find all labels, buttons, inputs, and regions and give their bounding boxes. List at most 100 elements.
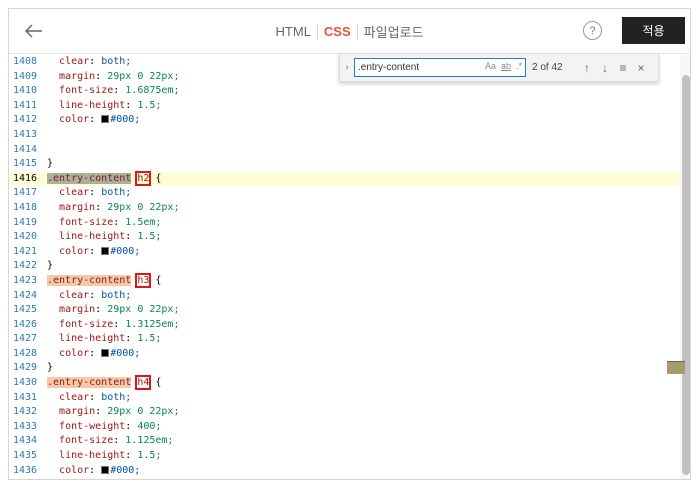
tab-file-upload[interactable]: 파일업로드: [358, 22, 430, 41]
close-icon[interactable]: ×: [632, 61, 650, 75]
line-number: 1421: [13, 245, 38, 257]
code-line[interactable]: 1426 font-size: 1.3125em;: [9, 318, 680, 333]
css-value: both;: [101, 289, 132, 301]
colon: :: [113, 85, 126, 97]
colon: :: [125, 231, 138, 243]
line-number: 1417: [13, 187, 38, 199]
regex-icon[interactable]: .*: [516, 61, 522, 71]
code-line[interactable]: 1421 color: #000;: [9, 245, 680, 260]
help-icon[interactable]: ?: [583, 21, 602, 40]
colon: :: [89, 391, 102, 403]
line-number: 1410: [13, 85, 38, 97]
code-line[interactable]: 1419 font-size: 1.5em;: [9, 216, 680, 231]
color-swatch-icon[interactable]: [101, 246, 110, 255]
tab-html[interactable]: HTML: [270, 24, 317, 39]
code-line[interactable]: 1427 line-height: 1.5;: [9, 332, 680, 347]
color-swatch-icon[interactable]: [101, 115, 110, 124]
code-line[interactable]: 1434 font-size: 1.125em;: [9, 434, 680, 449]
color-swatch-icon[interactable]: [101, 465, 110, 474]
tab-css[interactable]: CSS: [318, 24, 357, 39]
find-options: Aa ab .*: [485, 61, 522, 71]
code-line[interactable]: 1433 font-weight: 400;: [9, 420, 680, 435]
css-editor-window: HTML CSS 파일업로드 ? 적용 1408 clear: both; 140…: [8, 8, 691, 480]
code-line[interactable]: 1422}: [9, 259, 680, 274]
code-line[interactable]: 1436 color: #000;: [9, 464, 680, 479]
line-number: 1427: [13, 333, 38, 345]
code-line[interactable]: 1411 line-height: 1.5;: [9, 99, 680, 114]
code-line[interactable]: 1416 .entry-content h2 {: [9, 170, 680, 187]
code-line[interactable]: 1425 margin: 29px 0 22px;: [9, 303, 680, 318]
open-brace: {: [155, 274, 162, 286]
find-in-selection-icon[interactable]: ≡: [614, 61, 632, 75]
match-whole-word-icon[interactable]: ab: [501, 61, 511, 71]
code-editor[interactable]: 1408 clear: both; 1409 margin: 29px 0 22p…: [9, 55, 680, 479]
code-line[interactable]: 1412 color: #000;: [9, 113, 680, 128]
line-number: 1426: [13, 318, 38, 330]
line-number: 1414: [13, 143, 38, 155]
line-number: 1435: [13, 450, 38, 462]
css-property: font-weight: [59, 420, 126, 432]
line-number: 1416: [13, 172, 38, 184]
css-property: clear: [59, 56, 90, 67]
code-line[interactable]: 1417 clear: both;: [9, 186, 680, 201]
css-value: #000;: [110, 245, 141, 257]
css-value: 29px 0 22px;: [107, 70, 180, 82]
colon: :: [89, 347, 102, 359]
code-line[interactable]: 1424 clear: both;: [9, 289, 680, 304]
line-number: 1419: [13, 216, 38, 228]
colon: :: [113, 318, 126, 330]
code-line[interactable]: 1420 line-height: 1.5;: [9, 230, 680, 245]
colon: :: [95, 201, 108, 213]
css-property: font-size: [59, 85, 114, 97]
code-line[interactable]: 1432 margin: 29px 0 22px;: [9, 405, 680, 420]
next-match-icon[interactable]: ↓: [596, 61, 614, 75]
find-input[interactable]: [358, 62, 468, 73]
code-line[interactable]: 1423 .entry-content h3 {: [9, 272, 680, 289]
css-value: #000;: [110, 464, 141, 476]
css-selector-match: .entry-content: [47, 172, 132, 184]
colon: :: [89, 289, 102, 301]
find-input-box: Aa ab .*: [354, 58, 526, 77]
code-line[interactable]: 1435 line-height: 1.5;: [9, 449, 680, 464]
line-number: 1434: [13, 435, 38, 447]
css-value: 1.5;: [137, 99, 162, 111]
css-property: font-size: [59, 216, 114, 228]
css-property: color: [59, 464, 90, 476]
code-line[interactable]: 1431 clear: both;: [9, 391, 680, 406]
css-property: line-height: [59, 231, 126, 243]
code-line[interactable]: 1415}: [9, 157, 680, 172]
code-line[interactable]: 1430 .entry-content h4 {: [9, 375, 680, 391]
css-property: line-height: [59, 333, 126, 345]
css-property: color: [59, 114, 90, 126]
css-value: 400;: [137, 420, 162, 432]
code-line[interactable]: 1413: [9, 128, 680, 143]
colon: :: [125, 333, 138, 345]
colon: :: [89, 245, 102, 257]
line-number: 1418: [13, 201, 38, 213]
code-line[interactable]: 1418 margin: 29px 0 22px;: [9, 201, 680, 216]
apply-button[interactable]: 적용: [622, 17, 685, 44]
code-line[interactable]: 1410 font-size: 1.6875em;: [9, 84, 680, 99]
code-line[interactable]: 1428 color: #000;: [9, 347, 680, 362]
scrollbar-thumb[interactable]: [682, 75, 690, 475]
css-property: font-size: [59, 435, 114, 447]
colon: :: [125, 420, 138, 432]
previous-match-icon[interactable]: ↑: [578, 61, 596, 75]
line-number: 1412: [13, 114, 38, 126]
css-value: 1.125em;: [125, 435, 174, 447]
color-swatch-icon[interactable]: [101, 348, 110, 357]
line-number: 1433: [13, 420, 38, 432]
colon: :: [113, 216, 126, 228]
code-line[interactable]: 1414: [9, 143, 680, 158]
match-case-icon[interactable]: Aa: [485, 61, 496, 71]
css-property: margin: [59, 304, 96, 316]
css-value: 1.6875em;: [125, 85, 180, 97]
vertical-scrollbar[interactable]: [680, 55, 690, 479]
close-brace: }: [47, 158, 54, 170]
colon: :: [89, 187, 102, 199]
code-line[interactable]: 1429}: [9, 361, 680, 376]
css-property: color: [59, 245, 90, 257]
toggle-replace-icon[interactable]: ›: [340, 62, 354, 73]
css-value: both;: [101, 187, 132, 199]
find-widget: › Aa ab .* 2 of 42 ↑ ↓ ≡ ×: [339, 53, 659, 82]
